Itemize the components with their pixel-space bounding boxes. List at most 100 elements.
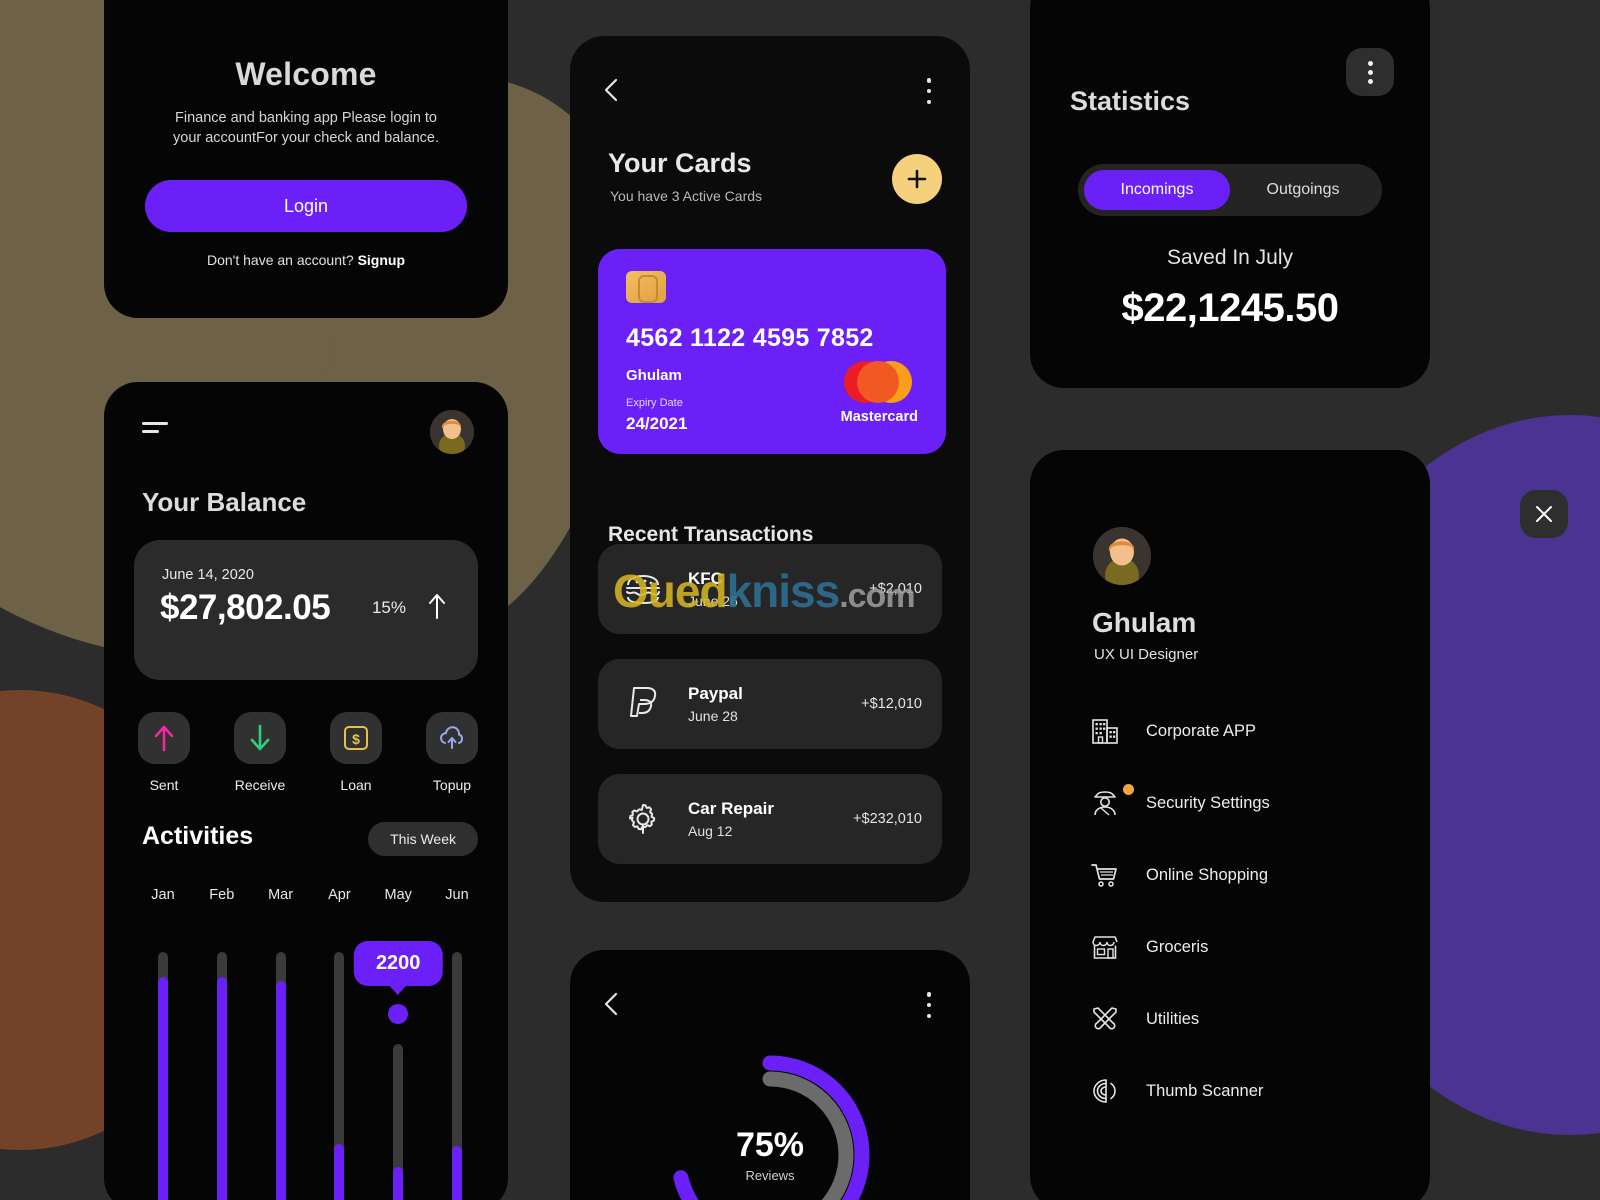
signup-link[interactable]: Signup xyxy=(358,252,405,268)
credit-card[interactable]: 4562 1122 4595 7852 Ghulam Expiry Date 2… xyxy=(598,249,946,454)
welcome-title: Welcome xyxy=(235,56,377,92)
security-guard-icon xyxy=(1090,784,1146,818)
profile-name: Ghulam xyxy=(1092,607,1197,638)
login-screen: Welcome Finance and banking app Please l… xyxy=(104,0,508,318)
menu-item-online-shopping[interactable]: Online Shopping xyxy=(1090,839,1390,911)
store-icon xyxy=(1090,932,1146,962)
profile-role: UX UI Designer xyxy=(1094,646,1199,663)
menu-item-label: Online Shopping xyxy=(1146,865,1269,884)
transaction-date: Aug 12 xyxy=(688,823,733,839)
menu-item-corporate-app[interactable]: Corporate APP xyxy=(1090,695,1390,767)
action-loan[interactable]: $ Loan xyxy=(326,712,386,793)
add-card-button[interactable] xyxy=(892,154,942,204)
dot xyxy=(926,992,932,997)
paypal-icon xyxy=(598,684,688,724)
transaction-amount: +$2,010 xyxy=(869,581,922,597)
close-button[interactable] xyxy=(1520,490,1568,538)
activities-filter-button[interactable]: This Week xyxy=(368,822,478,856)
plus-icon xyxy=(907,169,927,189)
transaction-row[interactable]: Paypal June 28 +$12,010 xyxy=(598,659,942,749)
menu-item-thumb-scanner[interactable]: Thumb Scanner xyxy=(1090,1055,1390,1127)
chart-bar[interactable] xyxy=(258,937,304,1200)
transaction-name: KFC xyxy=(688,569,723,588)
transaction-info: KFC June 26 xyxy=(688,569,869,609)
action-sent[interactable]: Sent xyxy=(134,712,194,793)
balance-date: June 14, 2020 xyxy=(162,567,254,583)
transactions-list: KFC June 26 +$2,010 Paypal June 28 +$12,010 Ca… xyxy=(598,544,942,889)
avatar[interactable] xyxy=(430,410,474,454)
chart-bar[interactable] xyxy=(199,937,245,1200)
reviews-label: Reviews xyxy=(745,1168,795,1183)
more-vertical-icon[interactable] xyxy=(1346,48,1394,96)
card-expiry-label: Expiry Date xyxy=(626,397,683,409)
action-receive[interactable]: Receive xyxy=(230,712,290,793)
signup-prompt: Don't have an account? xyxy=(207,252,354,269)
transaction-info: Car Repair Aug 12 xyxy=(688,799,853,839)
saved-amount: $22,1245.50 xyxy=(1121,286,1339,330)
tab-outgoings[interactable]: Outgoings xyxy=(1230,170,1376,210)
statistics-screen: Statistics Incomings Outgoings Saved In … xyxy=(1030,0,1430,388)
login-button[interactable]: Login xyxy=(145,180,467,233)
more-vertical-icon[interactable] xyxy=(918,992,940,1018)
menu-item-label: Thumb Scanner xyxy=(1146,1081,1264,1100)
dot xyxy=(926,78,932,83)
chevron-left-icon[interactable] xyxy=(600,990,624,1018)
chart-bar-fill xyxy=(158,977,168,1200)
dot xyxy=(926,99,932,104)
action-topup[interactable]: Topup xyxy=(422,712,482,793)
chart-bar[interactable] xyxy=(434,937,480,1200)
hamburger-bar xyxy=(142,430,159,433)
menu-item-utilities[interactable]: Utilities xyxy=(1090,983,1390,1055)
balance-card: June 14, 2020 $27,802.05 15% xyxy=(134,540,478,680)
card-number: 4562 1122 4595 7852 xyxy=(626,324,874,352)
reviews-percent: 75% xyxy=(735,1126,805,1164)
transaction-date: June 28 xyxy=(688,708,738,724)
chart-highlight-dot xyxy=(388,1004,409,1024)
more-vertical-icon[interactable] xyxy=(918,78,940,104)
statistics-tabs: Incomings Outgoings xyxy=(1078,164,1382,216)
action-label: Topup xyxy=(432,777,472,793)
hamburger-icon[interactable] xyxy=(142,422,170,438)
chart-x-tick: Jun xyxy=(445,887,469,903)
chart-bar-fill xyxy=(393,1167,404,1200)
chart-bar[interactable]: 2200 xyxy=(353,937,443,1200)
dot xyxy=(1367,60,1373,66)
transaction-amount: +$232,010 xyxy=(853,811,922,827)
transaction-row[interactable]: KFC June 26 +$2,010 xyxy=(598,544,942,634)
tools-icon xyxy=(1090,1004,1146,1034)
chart-bar-fill xyxy=(275,981,286,1200)
chart-x-tick: Jan xyxy=(151,887,175,903)
close-icon xyxy=(1536,506,1552,522)
chip-icon xyxy=(626,271,666,303)
gear-wrench-icon xyxy=(598,800,688,838)
hamburger-bar xyxy=(142,422,168,425)
chart-bar-fill xyxy=(216,977,227,1200)
chart-x-axis-labels: Jan Feb Mar Apr May Jun xyxy=(140,887,480,903)
profile-menu-list: Corporate APP Security Settings Online Sho… xyxy=(1090,695,1390,1127)
reviews-progress-ring: 75% Reviews xyxy=(665,1050,875,1200)
mastercard-overlap xyxy=(857,361,899,403)
page-title: Your Balance xyxy=(142,487,307,517)
menu-item-security-settings[interactable]: Security Settings xyxy=(1090,767,1390,839)
action-label: Receive xyxy=(234,777,286,793)
chart-x-tick: Apr xyxy=(328,887,351,903)
chart-bar[interactable] xyxy=(140,937,186,1200)
card-brand-label: Mastercard xyxy=(840,409,918,425)
chart-x-tick: May xyxy=(384,887,412,903)
menu-item-groceris[interactable]: Groceris xyxy=(1090,911,1390,983)
dot xyxy=(926,1013,932,1018)
action-label: Sent xyxy=(149,777,179,793)
app-canvas: Welcome Finance and banking app Please l… xyxy=(0,0,1600,1200)
transaction-date: June 26 xyxy=(688,593,738,609)
chart-bar-fill xyxy=(451,1146,462,1200)
menu-item-label: Utilities xyxy=(1146,1009,1200,1028)
dashboard-screen: Your Balance June 14, 2020 $27,802.05 15… xyxy=(104,382,508,1200)
transaction-row[interactable]: Car Repair Aug 12 +$232,010 xyxy=(598,774,942,864)
menu-item-label: Corporate APP xyxy=(1146,721,1257,740)
chevron-left-icon[interactable] xyxy=(600,76,624,104)
avatar[interactable] xyxy=(1093,527,1151,585)
tab-incomings[interactable]: Incomings xyxy=(1084,170,1230,210)
fingerprint-icon xyxy=(1090,1076,1146,1106)
dot xyxy=(926,1002,932,1008)
balance-amount: $27,802.05 xyxy=(160,588,331,627)
